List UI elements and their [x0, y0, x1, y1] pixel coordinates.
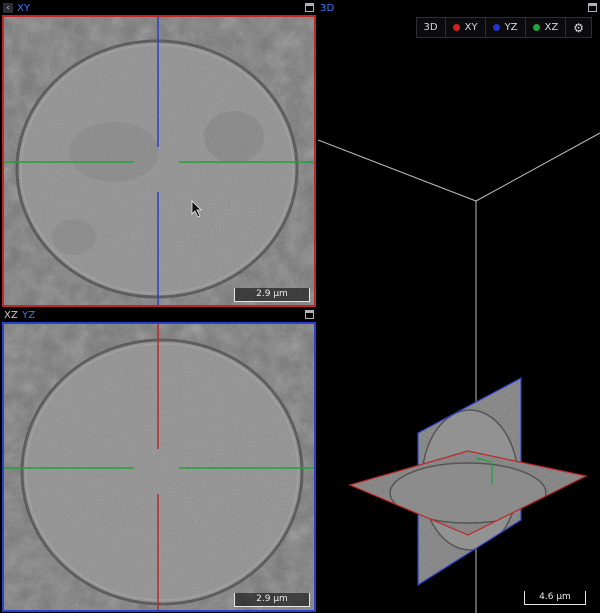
- bbox-edge: [318, 139, 477, 202]
- 3d-panel-header: 3D: [316, 1, 600, 15]
- xz-dot-icon: [532, 24, 540, 31]
- toolbar-xy-label: XY: [464, 22, 478, 33]
- toolbar-yz-label: YZ: [504, 22, 518, 33]
- yz-em-image: [4, 324, 314, 610]
- yz-view[interactable]: 2.9 µm: [2, 322, 316, 612]
- 3d-view[interactable]: 4.6 µm: [318, 15, 600, 613]
- maximize-icon[interactable]: [588, 3, 597, 12]
- toolbar-3d-button[interactable]: 3D: [417, 18, 446, 37]
- xy-em-image: [4, 17, 314, 305]
- yz-dot-icon: [492, 24, 500, 31]
- chevron-left-icon[interactable]: ‹: [3, 3, 13, 13]
- toolbar-yz-button[interactable]: YZ: [486, 18, 526, 37]
- 3d-scalebar: 4.6 µm: [524, 591, 586, 605]
- xy-view[interactable]: 2.9 µm: [2, 15, 316, 307]
- 3d-scene: [318, 132, 600, 613]
- settings-button[interactable]: ⚙: [566, 18, 591, 37]
- xy-scalebar: 2.9 µm: [234, 288, 310, 302]
- tab-yz[interactable]: YZ: [22, 310, 35, 321]
- gear-icon: ⚙: [573, 20, 584, 35]
- yz-scalebar: 2.9 µm: [234, 593, 310, 607]
- toolbar-xy-button[interactable]: XY: [446, 18, 486, 37]
- tab-xz[interactable]: XZ: [4, 310, 18, 321]
- toolbar-xz-label: XZ: [544, 22, 559, 33]
- tab-xy[interactable]: XY: [17, 3, 30, 14]
- maximize-icon[interactable]: [305, 310, 314, 319]
- xy-panel-header: ‹ XY: [0, 1, 316, 15]
- tab-3d[interactable]: 3D: [320, 3, 334, 14]
- toolbar-3d-label: 3D: [423, 22, 438, 33]
- bbox-edge: [475, 132, 600, 202]
- view-toolbar: 3D XY YZ XZ ⚙: [415, 17, 592, 38]
- xy-dot-icon: [452, 24, 460, 31]
- toolbar-xz-button[interactable]: XZ: [526, 18, 567, 37]
- xz-panel-header: XZ YZ: [0, 308, 316, 322]
- maximize-icon[interactable]: [305, 3, 314, 12]
